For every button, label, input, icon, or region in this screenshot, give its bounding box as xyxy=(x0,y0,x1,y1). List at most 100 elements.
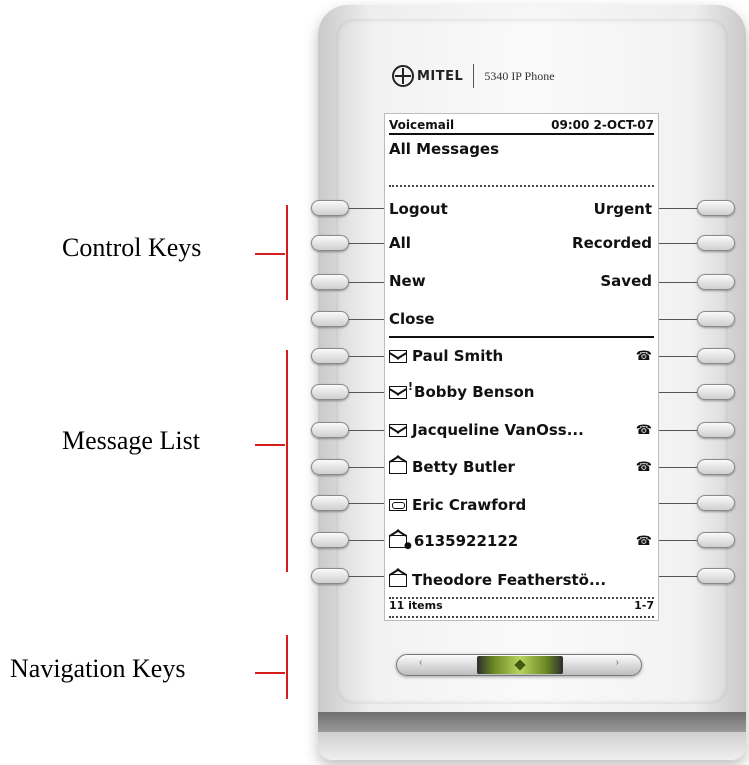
message-item[interactable]: Theodore Featherstö... xyxy=(389,566,654,594)
control-row-2: All Recorded xyxy=(389,229,654,257)
right-key-3[interactable] xyxy=(697,274,735,290)
open-envelope-icon xyxy=(389,460,407,474)
phone-base xyxy=(318,712,746,732)
message-sender: Theodore Featherstö... xyxy=(412,571,607,589)
message-item[interactable]: Eric Crawford xyxy=(389,491,654,519)
control-keys-bracket xyxy=(286,205,288,300)
callback-icon[interactable]: ☎ xyxy=(636,534,652,549)
right-key-2-leader xyxy=(659,243,697,244)
left-key-1[interactable] xyxy=(311,200,349,216)
message-list-label: Message List xyxy=(62,426,200,455)
right-key-7-leader xyxy=(659,430,697,431)
nav-select-button[interactable] xyxy=(477,656,563,674)
open-envelope-icon xyxy=(389,573,407,587)
mitel-logo-icon xyxy=(392,65,414,87)
left-key-11[interactable] xyxy=(311,568,349,584)
recorded-softkey[interactable]: Recorded xyxy=(572,234,652,252)
left-key-6[interactable] xyxy=(311,384,349,400)
right-key-10-leader xyxy=(659,540,697,541)
message-item[interactable]: ● 6135922122 ☎ xyxy=(389,527,654,555)
left-key-9[interactable] xyxy=(311,495,349,511)
urgent-softkey[interactable]: Urgent xyxy=(594,200,652,218)
phone-display: Voicemail 09:00 2-OCT-07 All Messages Lo… xyxy=(384,113,659,621)
right-key-4[interactable] xyxy=(697,311,735,327)
control-keys-pointer xyxy=(255,253,285,255)
message-sender: 6135922122 xyxy=(413,532,519,550)
left-key-6-leader xyxy=(349,392,384,393)
right-key-8[interactable] xyxy=(697,459,735,475)
lock-icon: ● xyxy=(404,541,412,551)
callback-icon[interactable]: ☎ xyxy=(636,423,652,438)
message-list-bracket xyxy=(286,350,288,572)
new-softkey[interactable]: New xyxy=(389,272,426,290)
phone-foot xyxy=(318,732,746,760)
left-key-7-leader xyxy=(349,430,384,431)
message-item[interactable]: Betty Butler ☎ xyxy=(389,453,654,481)
right-key-9[interactable] xyxy=(697,495,735,511)
nav-left-arrow-icon[interactable]: ‹ xyxy=(419,657,422,668)
right-key-6[interactable] xyxy=(697,384,735,400)
nav-right-arrow-icon[interactable]: › xyxy=(616,657,619,668)
control-keys-label: Control Keys xyxy=(62,233,202,262)
right-key-10[interactable] xyxy=(697,532,735,548)
dotted-divider xyxy=(389,185,654,187)
header-datetime: 09:00 2-OCT-07 xyxy=(551,118,654,132)
left-key-8[interactable] xyxy=(311,459,349,475)
left-key-4-leader xyxy=(349,319,384,320)
left-key-4[interactable] xyxy=(311,311,349,327)
solid-divider xyxy=(389,336,654,338)
dotted-bottom-divider xyxy=(389,616,654,618)
envelope-icon xyxy=(389,423,407,437)
right-key-9-leader xyxy=(659,503,697,504)
logout-softkey[interactable]: Logout xyxy=(389,200,448,218)
close-softkey[interactable]: Close xyxy=(389,310,435,328)
right-key-8-leader xyxy=(659,467,697,468)
message-item[interactable]: Jacqueline VanOss... ☎ xyxy=(389,416,654,444)
left-key-8-leader xyxy=(349,467,384,468)
header-app-name: Voicemail xyxy=(389,118,455,132)
brand-area: MITEL 5340 IP Phone xyxy=(392,63,555,89)
left-key-2[interactable] xyxy=(311,235,349,251)
envelope-icon xyxy=(389,349,407,363)
right-key-11[interactable] xyxy=(697,568,735,584)
message-sender: Eric Crawford xyxy=(412,496,527,514)
left-key-5[interactable] xyxy=(311,348,349,364)
right-key-7[interactable] xyxy=(697,422,735,438)
right-key-2[interactable] xyxy=(697,235,735,251)
screen-footer: 11 items 1-7 xyxy=(389,599,654,612)
left-key-5-leader xyxy=(349,356,384,357)
right-key-5[interactable] xyxy=(697,348,735,364)
message-sender: Betty Butler xyxy=(412,458,515,476)
callback-icon[interactable]: ☎ xyxy=(636,460,652,475)
message-item[interactable]: Paul Smith ☎ xyxy=(389,342,654,370)
saved-softkey[interactable]: Saved xyxy=(600,272,652,290)
screen-subtitle: All Messages xyxy=(389,140,500,158)
right-key-1[interactable] xyxy=(697,200,735,216)
page-range: 1-7 xyxy=(634,599,654,612)
control-row-4: Close xyxy=(389,305,654,333)
right-key-11-leader xyxy=(659,576,697,577)
brand-model: 5340 IP Phone xyxy=(484,68,555,83)
left-key-1-leader xyxy=(349,208,384,209)
screen-header: Voicemail 09:00 2-OCT-07 xyxy=(389,117,654,135)
right-key-1-leader xyxy=(659,208,697,209)
recording-icon xyxy=(389,499,407,511)
urgent-mark: ! xyxy=(408,379,414,393)
left-key-10[interactable] xyxy=(311,532,349,548)
left-key-3[interactable] xyxy=(311,274,349,290)
navigation-keys-bracket xyxy=(286,635,288,699)
left-key-7[interactable] xyxy=(311,422,349,438)
message-sender: Bobby Benson xyxy=(414,383,535,401)
nav-diamond-icon xyxy=(514,659,526,671)
navigation-keys-label: Navigation Keys xyxy=(10,654,186,683)
navigation-key[interactable]: ‹ › xyxy=(396,654,642,676)
message-sender: Paul Smith xyxy=(412,347,504,365)
message-sender: Jacqueline VanOss... xyxy=(412,421,584,439)
callback-icon[interactable]: ☎ xyxy=(636,349,652,364)
right-key-4-leader xyxy=(659,319,697,320)
message-item[interactable]: ! Bobby Benson xyxy=(389,378,654,406)
left-key-9-leader xyxy=(349,503,384,504)
right-key-6-leader xyxy=(659,392,697,393)
all-softkey[interactable]: All xyxy=(389,234,411,252)
right-key-3-leader xyxy=(659,282,697,283)
